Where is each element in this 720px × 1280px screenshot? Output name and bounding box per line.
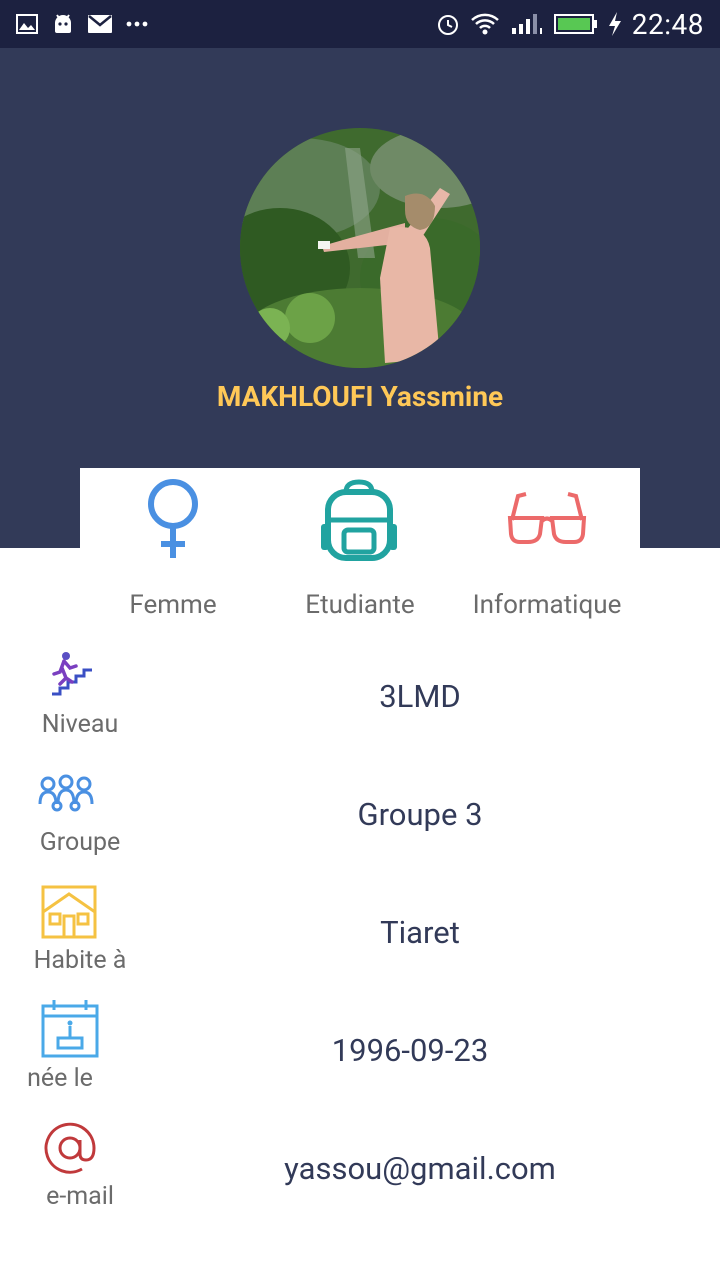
tag-gender-label: Femme <box>129 590 217 620</box>
backpack-icon <box>314 478 404 568</box>
group-label: Groupe <box>39 828 121 857</box>
tag-field-label: Informatique <box>472 590 622 620</box>
clock: 22:48 <box>631 7 704 41</box>
at-icon <box>42 1120 98 1176</box>
alarm-icon <box>437 15 458 35</box>
level-label: Niveau <box>41 710 119 739</box>
email-value[interactable]: yassou@gmail.com <box>160 1150 680 1187</box>
group-icon <box>38 774 94 814</box>
stairs-icon <box>44 648 96 700</box>
email-label: e-mail <box>46 1182 114 1211</box>
level-value: 3LMD <box>379 678 461 715</box>
city-value: Tiaret <box>380 914 460 951</box>
calendar-cake-icon <box>40 998 100 1060</box>
female-icon <box>128 474 218 564</box>
signal-icon <box>511 14 542 34</box>
tag-status-label: Etudiante <box>305 590 415 620</box>
notification-icons <box>16 0 148 48</box>
profile-name: MAKHLOUFI Yassmine <box>216 380 504 413</box>
image-icon <box>16 14 38 34</box>
birth-label: née le <box>27 1064 93 1093</box>
mail-icon <box>88 15 112 33</box>
system-icons: 22:48 <box>436 0 704 48</box>
battery-icon <box>553 14 597 34</box>
status-bar: 22:48 <box>0 0 720 48</box>
city-label: Habite à <box>33 946 127 975</box>
glasses-icon <box>502 474 592 564</box>
charging-icon <box>608 12 621 36</box>
more-icon <box>126 21 148 27</box>
wifi-icon <box>470 13 499 35</box>
android-icon <box>55 14 71 33</box>
group-value: Groupe 3 <box>357 796 483 833</box>
house-icon <box>40 884 98 940</box>
profile-photo[interactable] <box>240 128 480 368</box>
birth-value: 1996-09-23 <box>331 1032 489 1069</box>
